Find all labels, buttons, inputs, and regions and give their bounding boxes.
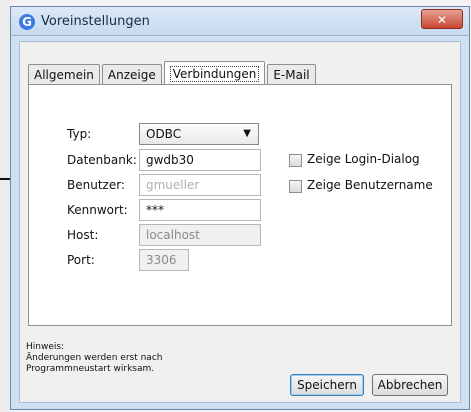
preferences-window: G Voreinstellungen ✕ Allgemein Anzeige V… [10, 6, 470, 410]
benutzer-input[interactable]: gmueller [139, 174, 261, 196]
kennwort-label: Kennwort: [67, 203, 128, 217]
typ-dropdown-value: ODBC [146, 127, 182, 141]
tab-allgemein[interactable]: Allgemein [28, 64, 100, 84]
port-input[interactable]: 3306 [139, 249, 189, 271]
dialog-client-area: Allgemein Anzeige Verbindungen E-Mail Ty… [19, 41, 461, 403]
hint-line-2: Programmneustart wirksam. [26, 364, 155, 374]
cancel-button[interactable]: Abbrechen [372, 374, 448, 396]
benutzername-label: Zeige Benutzername [307, 178, 433, 192]
background-left [0, 0, 10, 412]
tab-label: Allgemein [34, 68, 94, 82]
tab-anzeige[interactable]: Anzeige [101, 64, 162, 84]
typ-label: Typ: [67, 127, 92, 141]
chevron-down-icon: ▼ [243, 128, 251, 139]
benutzername-checkbox[interactable] [289, 180, 302, 193]
port-label: Port: [67, 253, 95, 267]
tab-verbindungen[interactable]: Verbindungen [163, 61, 266, 84]
login-dialog-label: Zeige Login-Dialog [307, 152, 420, 166]
close-icon: ✕ [436, 13, 448, 27]
save-button[interactable]: Speichern [290, 374, 364, 396]
tab-label: Verbindungen [169, 66, 260, 82]
window-title: Voreinstellungen [41, 14, 150, 29]
datenbank-label: Datenbank: [67, 153, 137, 167]
hint-line-1: Änderungen werden erst nach [26, 353, 163, 363]
host-label: Host: [67, 228, 99, 242]
hint-note: Hinweis: Änderungen werden erst nach Pro… [26, 342, 236, 375]
tab-label: E-Mail [273, 68, 310, 82]
host-input[interactable]: localhost [139, 224, 261, 246]
hint-title: Hinweis: [26, 342, 65, 352]
benutzer-label: Benutzer: [67, 178, 125, 192]
tab-label: Anzeige [107, 68, 156, 82]
datenbank-input[interactable]: gwdb30 [139, 149, 261, 171]
login-dialog-checkbox[interactable] [289, 154, 302, 167]
tab-bar: Allgemein Anzeige Verbindungen E-Mail [28, 61, 316, 84]
connections-panel: Typ: Datenbank: Benutzer: Kennwort: Host… [28, 84, 452, 326]
titlebar[interactable]: G Voreinstellungen ✕ [11, 7, 469, 36]
app-logo-icon: G [19, 14, 35, 30]
close-button[interactable]: ✕ [421, 9, 463, 29]
kennwort-input[interactable]: *** [139, 199, 261, 221]
tab-email[interactable]: E-Mail [267, 64, 316, 84]
typ-dropdown[interactable]: ODBC ▼ [139, 123, 259, 145]
